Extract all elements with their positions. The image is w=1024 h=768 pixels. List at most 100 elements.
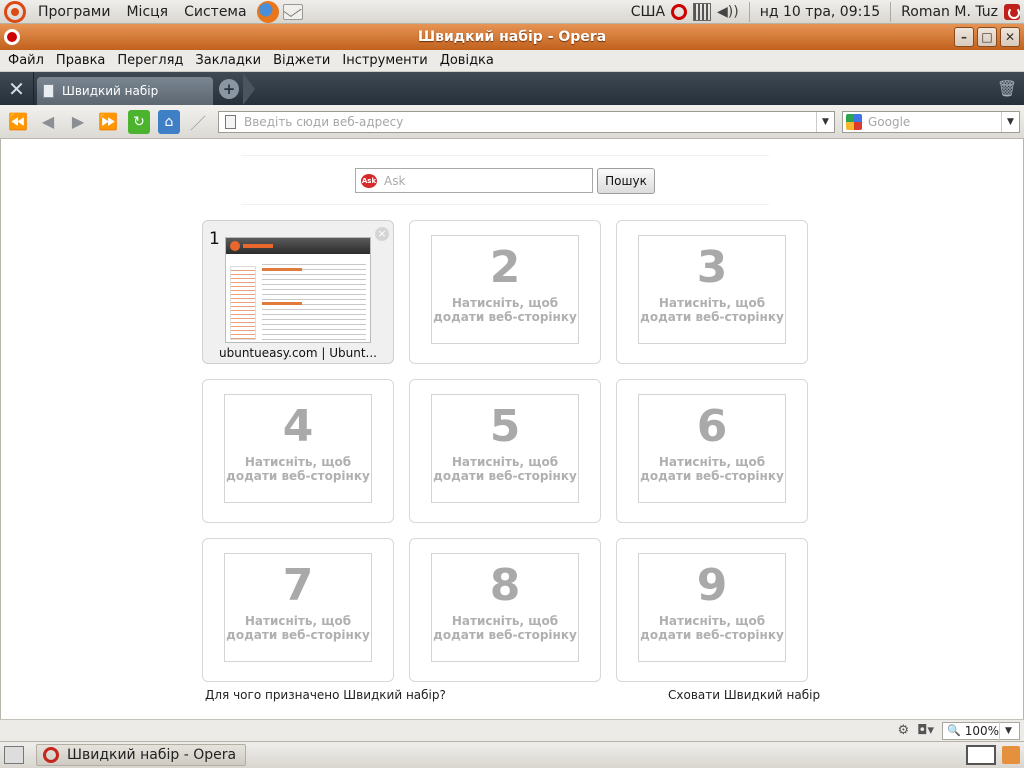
workspace-switcher[interactable] bbox=[966, 745, 996, 765]
address-dropdown-icon[interactable]: ▼ bbox=[816, 112, 834, 132]
dial-number: 4 bbox=[282, 401, 314, 452]
status-bar: ⚙ ◘▾ 🔍 100% ▼ bbox=[0, 719, 1024, 741]
maximize-button[interactable]: □ bbox=[977, 27, 997, 47]
new-tab-plus-icon[interactable]: + bbox=[219, 78, 239, 99]
dial-number: 5 bbox=[489, 401, 521, 452]
home-icon[interactable]: ⌂ bbox=[158, 109, 180, 134]
dial-number: 9 bbox=[696, 560, 728, 611]
menu-file[interactable]: Файл bbox=[2, 53, 50, 68]
dial-hint: Натисніть, щоб додати веб-сторінку bbox=[226, 455, 370, 483]
dial-number: 1 bbox=[209, 229, 220, 249]
speed-dial-7[interactable]: 7 Натисніть, щоб додати веб-сторінку bbox=[202, 538, 394, 682]
show-desktop-icon[interactable] bbox=[4, 746, 24, 764]
speed-dial-8[interactable]: 8 Натисніть, щоб додати веб-сторінку bbox=[409, 538, 601, 682]
power-icon[interactable] bbox=[1004, 3, 1020, 20]
dial-number: 7 bbox=[282, 560, 314, 611]
reload-icon[interactable]: ↻ bbox=[128, 109, 150, 134]
top-panel: Програми Місця Система США ◀)) нд 10 тра… bbox=[0, 0, 1024, 24]
ask-search-button[interactable]: Пошук bbox=[597, 168, 655, 194]
menu-bookmarks[interactable]: Закладки bbox=[189, 53, 267, 68]
window-titlebar[interactable]: Швидкий набір - Opera – □ ✕ bbox=[0, 24, 1024, 50]
dial-hint: Натисніть, щоб додати веб-сторінку bbox=[640, 296, 784, 324]
mail-launcher-icon[interactable] bbox=[282, 3, 303, 20]
ask-logo-icon: Ask bbox=[361, 173, 377, 188]
rewind-icon[interactable]: ⏪ bbox=[4, 110, 32, 134]
menu-help[interactable]: Довідка bbox=[434, 53, 500, 68]
user-menu[interactable]: Roman M. Tuz bbox=[901, 4, 998, 20]
taskbar-opera-window[interactable]: Швидкий набір - Opera bbox=[36, 744, 246, 766]
speed-dial-3[interactable]: 3 Натисніть, щоб додати веб-сторінку bbox=[616, 220, 808, 364]
volume-icon[interactable]: ◀)) bbox=[717, 4, 739, 20]
tools-wrench-icon[interactable]: ✕ bbox=[0, 72, 34, 105]
speed-dial-help-link[interactable]: Для чого призначено Швидкий набір? bbox=[205, 688, 446, 702]
address-input[interactable] bbox=[244, 115, 816, 129]
zoom-control[interactable]: 🔍 100% ▼ bbox=[942, 720, 1020, 741]
speed-dial-5[interactable]: 5 Натисніть, щоб додати веб-сторінку bbox=[409, 379, 601, 523]
menu-view[interactable]: Перегляд bbox=[111, 53, 189, 68]
speed-dial-page: Ask Пошук 1 × ubuntueasy.com | Ubunt... … bbox=[0, 139, 1024, 719]
opera-unite-icon[interactable]: ⚙ bbox=[898, 723, 910, 738]
firefox-launcher-icon[interactable] bbox=[256, 0, 279, 23]
opera-app-icon[interactable] bbox=[4, 29, 20, 45]
document-icon bbox=[43, 83, 54, 98]
close-button[interactable]: ✕ bbox=[1000, 27, 1020, 47]
tab-label: Швидкий набір bbox=[62, 83, 159, 98]
fast-forward-icon[interactable]: ⏩ bbox=[94, 110, 122, 134]
menu-system[interactable]: Система bbox=[176, 0, 254, 24]
system-tray: США ◀)) нд 10 тра, 09:15 Roman M. Tuz bbox=[631, 1, 1024, 22]
speed-dial-1[interactable]: 1 × ubuntueasy.com | Ubunt... bbox=[202, 220, 394, 364]
ask-search-field[interactable]: Ask bbox=[355, 168, 593, 193]
bottom-panel: Швидкий набір - Opera bbox=[0, 741, 1024, 768]
dial-hint: Натисніть, щоб додати веб-сторінку bbox=[433, 614, 577, 642]
dial-number: 2 bbox=[489, 242, 521, 293]
network-icon[interactable] bbox=[693, 2, 712, 21]
ask-search-input[interactable] bbox=[384, 173, 592, 188]
dial-close-icon[interactable]: × bbox=[375, 227, 389, 241]
forward-arrow-icon[interactable]: ▶ bbox=[64, 110, 92, 134]
speed-dial-2[interactable]: 2 Натисніть, щоб додати веб-сторінку bbox=[409, 220, 601, 364]
page-icon bbox=[225, 115, 236, 129]
ubuntu-logo-icon[interactable] bbox=[4, 0, 26, 23]
trash-icon[interactable]: 🗑 bbox=[990, 72, 1024, 105]
navigation-bar: ⏪ ◀ ▶ ⏩ ↻ ⌂ ／ ▼ ▼ bbox=[0, 105, 1024, 139]
menu-bar: Файл Правка Перегляд Закладки Віджети Ін… bbox=[0, 50, 1024, 72]
menu-widgets[interactable]: Віджети bbox=[267, 53, 336, 68]
speed-dial-4[interactable]: 4 Натисніть, щоб додати веб-сторінку bbox=[202, 379, 394, 523]
speed-dial-9[interactable]: 9 Натисніть, щоб додати веб-сторінку bbox=[616, 538, 808, 682]
clock[interactable]: нд 10 тра, 09:15 bbox=[760, 4, 880, 20]
speed-dial-6[interactable]: 6 Натисніть, щоб додати веб-сторінку bbox=[616, 379, 808, 523]
dial-number: 8 bbox=[489, 560, 521, 611]
menu-places[interactable]: Місця bbox=[118, 0, 176, 24]
dial-title: ubuntueasy.com | Ubunt... bbox=[219, 346, 377, 360]
menu-tools[interactable]: Інструменти bbox=[336, 53, 433, 68]
opera-tray-icon[interactable] bbox=[671, 3, 688, 20]
camera-icon[interactable]: ◘▾ bbox=[917, 723, 934, 738]
dial-number: 6 bbox=[696, 401, 728, 452]
window-title: Швидкий набір - Opera bbox=[417, 29, 607, 45]
address-bar[interactable]: ▼ bbox=[218, 111, 835, 133]
dial-hint: Натисніть, щоб додати веб-сторінку bbox=[433, 296, 577, 324]
tab-bar: ✕ Швидкий набір + 🗑 bbox=[0, 72, 1024, 105]
tab-speed-dial[interactable]: Швидкий набір bbox=[37, 76, 213, 105]
search-input[interactable] bbox=[868, 115, 1001, 129]
dial-hint: Натисніть, щоб додати веб-сторінку bbox=[226, 614, 370, 642]
dial-hint: Натисніть, щоб додати веб-сторінку bbox=[640, 455, 784, 483]
dial-hint: Натисніть, щоб додати веб-сторінку bbox=[640, 614, 784, 642]
zoom-level: 100% bbox=[964, 723, 1000, 738]
search-box[interactable]: ▼ bbox=[842, 111, 1020, 133]
menu-applications[interactable]: Програми bbox=[30, 0, 118, 24]
google-icon[interactable] bbox=[846, 114, 862, 130]
menu-edit[interactable]: Правка bbox=[50, 53, 111, 68]
trash-applet-icon[interactable] bbox=[1002, 746, 1020, 764]
search-dropdown-icon[interactable]: ▼ bbox=[1001, 112, 1019, 132]
back-arrow-icon[interactable]: ◀ bbox=[34, 110, 62, 134]
site-thumbnail bbox=[225, 237, 371, 343]
taskbar-label: Швидкий набір - Opera bbox=[67, 747, 237, 763]
opera-task-icon bbox=[43, 747, 59, 763]
keyboard-layout-indicator[interactable]: США bbox=[631, 4, 665, 20]
wand-icon[interactable]: ／ bbox=[184, 110, 212, 134]
dial-hint: Натисніть, щоб додати веб-сторінку bbox=[433, 455, 577, 483]
zoom-dropdown-icon[interactable]: ▼ bbox=[999, 720, 1017, 741]
hide-speed-dial-link[interactable]: Сховати Швидкий набір bbox=[668, 688, 820, 702]
minimize-button[interactable]: – bbox=[954, 27, 974, 47]
